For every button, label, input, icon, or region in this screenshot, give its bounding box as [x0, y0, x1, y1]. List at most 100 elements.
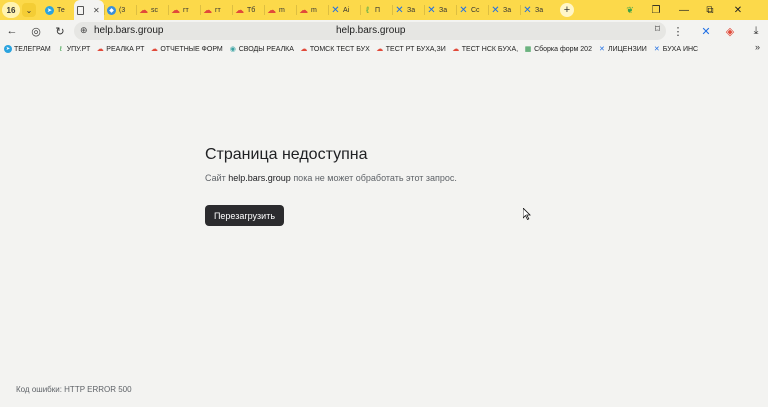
bookmark-label: ТЕЛЕГРАМ	[14, 45, 51, 53]
tab[interactable]: ✕ За	[424, 0, 456, 20]
cloud-icon: ☁	[235, 4, 244, 15]
tab[interactable]: ➤ Те	[42, 0, 74, 20]
confluence-icon: ✕	[395, 4, 404, 16]
globe-icon: ◉	[229, 46, 236, 53]
tab-label: П	[375, 6, 381, 14]
error-desc-host: help.bars.group	[228, 173, 291, 183]
bookmark-item[interactable]: ℓ УПУ.РТ	[57, 45, 91, 53]
confluence-icon: ✕	[653, 46, 660, 53]
tab[interactable]: ☁ Тб	[232, 0, 264, 20]
confluence-icon: ✕	[331, 4, 340, 16]
bookmark-icon[interactable]: ⌑	[655, 24, 660, 35]
tab[interactable]: ☁ m	[264, 0, 296, 20]
bookmark-label: ОТЧЕТНЫЕ ФОРМ	[160, 45, 223, 53]
reload-icon[interactable]: ↻	[52, 23, 68, 39]
tab-label: Тб	[247, 6, 256, 14]
bookmark-label: УПУ.РТ	[66, 45, 91, 53]
error-desc-prefix: Сайт	[205, 173, 229, 183]
tab-counter-badge[interactable]: 16	[2, 2, 20, 18]
tab[interactable]: ☁ гт	[168, 0, 200, 20]
tab[interactable]: ✕ За	[392, 0, 424, 20]
mouse-cursor-icon	[523, 208, 531, 220]
bookmark-item[interactable]: ☁ ТОМСК ТЕСТ БУХ	[300, 45, 370, 54]
menu-icon[interactable]: ⋮	[670, 23, 686, 39]
address-bar[interactable]: ⊕ help.bars.group help.bars.group ⌑	[74, 22, 666, 40]
tab[interactable]: ✕ Сс	[456, 0, 488, 20]
bookmark-item[interactable]: ☁ РЕАЛКА РТ	[96, 45, 145, 54]
bookmarks-overflow-icon[interactable]: »	[755, 42, 760, 52]
tab[interactable]: ☁ m	[296, 0, 328, 20]
site-info-icon[interactable]: ⊕	[80, 25, 88, 36]
cloud-icon: ☁	[150, 46, 158, 53]
extension-icon[interactable]: ✕	[698, 23, 714, 39]
tab-label: m	[311, 6, 317, 14]
bookmark-label: ТЕСТ НСК БУХА,	[461, 45, 519, 53]
leaf-icon: ℓ	[366, 5, 369, 15]
cloud-icon: ☁	[300, 46, 308, 53]
navigation-bar: ← ◎ ↻ ⊕ help.bars.group help.bars.group …	[0, 20, 768, 42]
error-code: Код ошибки: HTTP ERROR 500	[16, 385, 132, 394]
leaf-icon: ℓ	[59, 45, 62, 53]
new-tab-button[interactable]: +	[560, 3, 574, 17]
telegram-icon: ➤	[4, 45, 12, 53]
telegram-icon: ➤	[45, 5, 54, 15]
bookmark-item[interactable]: ▦ Сборка форм 202	[524, 45, 592, 54]
cloud-icon: ☁	[299, 4, 308, 15]
minimize-icon[interactable]: —	[674, 0, 694, 20]
tab-label: sc	[151, 6, 158, 14]
bookmark-item[interactable]: ➤ ТЕЛЕГРАМ	[4, 45, 51, 53]
bookmark-item[interactable]: ◉ СВОДЫ РЕАЛКА	[229, 45, 294, 54]
tab-label: Ai	[343, 6, 350, 14]
bookmark-item[interactable]: ✕ ЛИЦЕНЗИИ	[598, 45, 647, 54]
document-icon: •	[77, 5, 84, 15]
bookmark-label: РЕАЛКА РТ	[106, 45, 145, 53]
reload-button[interactable]: Перезагрузить	[205, 205, 284, 226]
tab[interactable]: ✕ За	[488, 0, 520, 20]
cloud-icon: ☁	[267, 4, 276, 15]
bookmark-label: ТОМСК ТЕСТ БУХ	[309, 45, 370, 53]
tab-label: Те	[57, 6, 65, 14]
tab[interactable]: ☁ sc	[136, 0, 168, 20]
back-icon[interactable]: ←	[4, 23, 20, 39]
protect-icon[interactable]: ◎	[28, 23, 44, 39]
extension-shield-icon[interactable]: ◈	[722, 23, 738, 39]
assistant-icon[interactable]: ❦	[620, 0, 640, 20]
tab[interactable]: ☁ гт	[200, 0, 232, 20]
tab-label: (3	[119, 6, 126, 14]
close-window-icon[interactable]: ✕	[728, 0, 748, 20]
bookmark-label: Сборка форм 202	[534, 45, 592, 53]
tab[interactable]: ✕ Ai	[328, 0, 360, 20]
bookmark-item[interactable]: ☁ ТЕСТ РТ БУХА,ЗИ	[376, 45, 446, 54]
confluence-icon: ✕	[599, 46, 605, 53]
bookmark-item[interactable]: ☁ ТЕСТ НСК БУХА,	[452, 45, 519, 54]
tab-label: За	[407, 6, 416, 14]
download-icon[interactable]: ⤓	[748, 23, 764, 39]
bookmark-label: ТЕСТ РТ БУХА,ЗИ	[385, 45, 446, 53]
tab[interactable]: ℓП	[360, 0, 392, 20]
tab[interactable]: ✕ За	[520, 0, 552, 20]
tab-active[interactable]: • ✕	[74, 0, 104, 20]
bookmark-label: ЛИЦЕНЗИИ	[607, 45, 647, 53]
chevron-down-icon: ⌄	[25, 5, 33, 15]
tab-label: За	[503, 6, 512, 14]
close-tab-icon[interactable]: ✕	[93, 6, 100, 15]
app-icon: ◆	[107, 5, 116, 15]
bookmark-item[interactable]: ✕ БУХА ИНС	[653, 45, 698, 54]
restore-icon[interactable]: ⧉	[700, 0, 720, 20]
address-domain: help.bars.group	[94, 25, 164, 36]
error-title: Страница недоступна	[205, 146, 368, 163]
tab-list-dropdown[interactable]: ⌄	[22, 3, 36, 17]
confluence-icon: ✕	[459, 4, 468, 16]
bookmarks-bar: ➤ ТЕЛЕГРАМ ℓ УПУ.РТ ☁ РЕАЛКА РТ ☁ ОТЧЕТНЫЕ ФОРМ…	[0, 42, 768, 56]
cloud-icon: ☁	[452, 46, 460, 53]
cloud-icon: ☁	[171, 4, 180, 15]
tab[interactable]: ◆ (3	[104, 0, 136, 20]
confluence-icon: ✕	[427, 4, 436, 16]
sheets-icon: ▦	[524, 46, 532, 53]
tab-label: Сс	[471, 6, 480, 14]
error-page: Страница недоступна Сайт help.bars.group…	[0, 57, 768, 407]
collections-icon[interactable]: ❐	[646, 0, 666, 20]
bookmark-item[interactable]: ☁ ОТЧЕТНЫЕ ФОРМ	[150, 45, 223, 54]
error-description: Сайт help.bars.group пока не может обраб…	[205, 173, 457, 183]
confluence-icon: ✕	[491, 4, 500, 16]
